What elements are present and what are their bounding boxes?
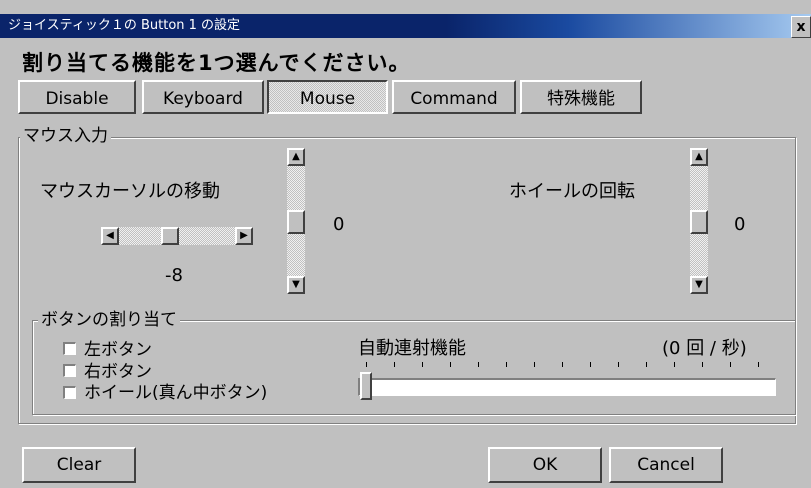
cursor-x-value: -8 bbox=[165, 265, 183, 286]
slider-thumb[interactable] bbox=[360, 372, 372, 400]
auto-fire-slider[interactable] bbox=[358, 372, 778, 402]
scrollbar-thumb[interactable] bbox=[690, 210, 708, 234]
wheel-button-label: ホイール(真ん中ボタン) bbox=[84, 383, 268, 403]
wheel-button-checkbox[interactable] bbox=[63, 386, 76, 399]
tab-mouse[interactable]: Mouse bbox=[267, 80, 388, 114]
left-button-checkbox[interactable] bbox=[63, 342, 76, 355]
scrollbar-thumb[interactable] bbox=[287, 210, 305, 234]
cancel-button[interactable]: Cancel bbox=[609, 447, 723, 483]
slider-track[interactable] bbox=[358, 378, 776, 396]
tab-keyboard[interactable]: Keyboard bbox=[142, 80, 264, 114]
cursor-y-scrollbar[interactable]: ▲ ▼ bbox=[286, 148, 306, 294]
cursor-x-scrollbar[interactable]: ◀ ▶ bbox=[101, 226, 253, 246]
button-assign-legend: ボタンの割り当て bbox=[38, 310, 180, 330]
clear-button[interactable]: Clear bbox=[22, 447, 136, 483]
scrollbar-thumb[interactable] bbox=[161, 227, 179, 245]
scroll-down-icon[interactable]: ▼ bbox=[690, 276, 708, 294]
tab-command[interactable]: Command bbox=[392, 80, 516, 114]
scroll-up-icon[interactable]: ▲ bbox=[287, 148, 305, 166]
auto-fire-label: 自動連射機能 bbox=[358, 338, 466, 359]
scroll-left-icon[interactable]: ◀ bbox=[101, 227, 119, 245]
instruction-text: 割り当てる機能を1つ選んでください。 bbox=[22, 51, 411, 75]
title-bar: ジョイスティック１の Button 1 の設定 x bbox=[0, 14, 811, 38]
scroll-right-icon[interactable]: ▶ bbox=[235, 227, 253, 245]
close-button[interactable]: x bbox=[791, 16, 811, 38]
scroll-up-icon[interactable]: ▲ bbox=[690, 148, 708, 166]
cursor-y-value: 0 bbox=[333, 214, 345, 235]
wheel-rotation-label: ホイールの回転 bbox=[509, 181, 635, 202]
wheel-scrollbar[interactable]: ▲ ▼ bbox=[689, 148, 709, 294]
mouse-input-legend: マウス入力 bbox=[20, 126, 111, 146]
wheel-value: 0 bbox=[734, 214, 746, 235]
tab-special[interactable]: 特殊機能 bbox=[520, 80, 642, 114]
tab-disable[interactable]: Disable bbox=[18, 80, 136, 114]
auto-fire-rate: (0 回 / 秒) bbox=[662, 338, 747, 359]
window-title: ジョイスティック１の Button 1 の設定 bbox=[8, 18, 241, 33]
right-button-checkbox[interactable] bbox=[63, 364, 76, 377]
ok-button[interactable]: OK bbox=[488, 447, 602, 483]
scroll-down-icon[interactable]: ▼ bbox=[287, 276, 305, 294]
cursor-move-label: マウスカーソルの移動 bbox=[40, 181, 220, 202]
